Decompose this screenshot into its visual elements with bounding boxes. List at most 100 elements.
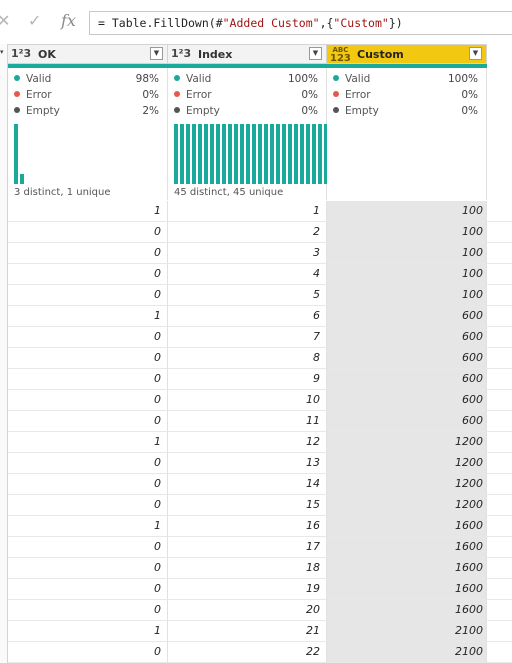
distribution-bar[interactable]: [222, 124, 226, 184]
ok-cell[interactable]: 0: [8, 327, 168, 348]
ok-cell[interactable]: 0: [8, 579, 168, 600]
index-cell[interactable]: 2: [168, 222, 327, 243]
row-header[interactable]: [0, 537, 8, 558]
custom-cell[interactable]: 1200: [327, 453, 487, 474]
index-cell[interactable]: 13: [168, 453, 327, 474]
distribution-chart-index[interactable]: [174, 124, 442, 184]
ok-cell[interactable]: 0: [8, 411, 168, 432]
distribution-bar[interactable]: [234, 124, 238, 184]
row-header[interactable]: [0, 579, 8, 600]
table-row[interactable]: 0 18 1600: [0, 558, 512, 579]
row-header[interactable]: [0, 201, 8, 222]
index-cell[interactable]: 22: [168, 642, 327, 663]
ok-cell[interactable]: 0: [8, 243, 168, 264]
row-header[interactable]: [0, 369, 8, 390]
custom-cell[interactable]: 600: [327, 348, 487, 369]
custom-cell[interactable]: 600: [327, 390, 487, 411]
index-cell[interactable]: 21: [168, 621, 327, 642]
column-header-custom[interactable]: ABC 123 Custom ▼: [327, 44, 487, 64]
table-row[interactable]: 0 20 1600: [0, 600, 512, 621]
index-cell[interactable]: 4: [168, 264, 327, 285]
table-row[interactable]: 0 9 600: [0, 369, 512, 390]
table-row[interactable]: 0 22 2100: [0, 642, 512, 663]
table-row[interactable]: 0 10 600: [0, 390, 512, 411]
row-header[interactable]: [0, 621, 8, 642]
row-header[interactable]: [0, 348, 8, 369]
distribution-bar[interactable]: [198, 124, 202, 184]
index-cell[interactable]: 14: [168, 474, 327, 495]
custom-cell[interactable]: 100: [327, 264, 487, 285]
index-cell[interactable]: 15: [168, 495, 327, 516]
distribution-bar[interactable]: [258, 124, 262, 184]
row-header[interactable]: [0, 306, 8, 327]
distribution-bar[interactable]: [264, 124, 268, 184]
distribution-chart-ok[interactable]: [14, 124, 164, 184]
row-header[interactable]: [0, 390, 8, 411]
row-header[interactable]: [0, 516, 8, 537]
distribution-bar[interactable]: [288, 124, 292, 184]
custom-cell[interactable]: 1200: [327, 432, 487, 453]
row-header[interactable]: [0, 264, 8, 285]
distribution-bar[interactable]: [20, 174, 24, 184]
custom-cell[interactable]: 1600: [327, 558, 487, 579]
distribution-bar[interactable]: [318, 124, 322, 184]
distribution-bar[interactable]: [252, 124, 256, 184]
index-cell[interactable]: 16: [168, 516, 327, 537]
distribution-bar[interactable]: [216, 124, 220, 184]
ok-cell[interactable]: 1: [8, 432, 168, 453]
column-dropdown-icon[interactable]: ▾: [0, 48, 4, 56]
custom-cell[interactable]: 1600: [327, 579, 487, 600]
index-cell[interactable]: 7: [168, 327, 327, 348]
ok-cell[interactable]: 0: [8, 537, 168, 558]
index-cell[interactable]: 9: [168, 369, 327, 390]
table-row[interactable]: 0 19 1600: [0, 579, 512, 600]
index-cell[interactable]: 3: [168, 243, 327, 264]
index-cell[interactable]: 6: [168, 306, 327, 327]
column-header-ok[interactable]: 1²3 OK ▼: [8, 44, 168, 64]
close-icon[interactable]: ✕: [0, 12, 11, 30]
table-row[interactable]: 1 6 600: [0, 306, 512, 327]
index-cell[interactable]: 17: [168, 537, 327, 558]
table-row[interactable]: 0 3 100: [0, 243, 512, 264]
custom-cell[interactable]: 2100: [327, 642, 487, 663]
row-header[interactable]: [0, 600, 8, 621]
table-row[interactable]: 0 15 1200: [0, 495, 512, 516]
number-type-icon[interactable]: 1²3: [11, 46, 31, 62]
row-header[interactable]: [0, 222, 8, 243]
fx-icon[interactable]: fx: [61, 11, 76, 31]
any-type-icon[interactable]: ABC 123: [330, 47, 351, 64]
table-row[interactable]: 0 4 100: [0, 264, 512, 285]
distribution-bar[interactable]: [246, 124, 250, 184]
ok-cell[interactable]: 0: [8, 222, 168, 243]
index-cell[interactable]: 18: [168, 558, 327, 579]
ok-cell[interactable]: 1: [8, 306, 168, 327]
row-header[interactable]: [0, 411, 8, 432]
table-row[interactable]: 0 14 1200: [0, 474, 512, 495]
chevron-down-icon[interactable]: ▼: [469, 47, 482, 60]
chevron-down-icon[interactable]: ▼: [150, 47, 163, 60]
ok-cell[interactable]: 0: [8, 390, 168, 411]
table-row[interactable]: 0 11 600: [0, 411, 512, 432]
distribution-bar[interactable]: [174, 124, 178, 184]
custom-cell[interactable]: 1200: [327, 495, 487, 516]
table-row[interactable]: 0 5 100: [0, 285, 512, 306]
table-row[interactable]: 0 8 600: [0, 348, 512, 369]
ok-cell[interactable]: 0: [8, 558, 168, 579]
custom-cell[interactable]: 600: [327, 327, 487, 348]
ok-cell[interactable]: 0: [8, 600, 168, 621]
ok-cell[interactable]: 0: [8, 453, 168, 474]
row-header[interactable]: [0, 327, 8, 348]
chevron-down-icon[interactable]: ▼: [309, 47, 322, 60]
ok-cell[interactable]: 0: [8, 495, 168, 516]
index-cell[interactable]: 11: [168, 411, 327, 432]
table-row[interactable]: 1 12 1200: [0, 432, 512, 453]
index-cell[interactable]: 5: [168, 285, 327, 306]
index-cell[interactable]: 1: [168, 201, 327, 222]
table-row[interactable]: 0 7 600: [0, 327, 512, 348]
custom-cell[interactable]: 1600: [327, 516, 487, 537]
distribution-bar[interactable]: [204, 124, 208, 184]
index-cell[interactable]: 19: [168, 579, 327, 600]
distribution-bar[interactable]: [276, 124, 280, 184]
custom-cell[interactable]: 600: [327, 306, 487, 327]
distribution-bar[interactable]: [14, 124, 18, 184]
